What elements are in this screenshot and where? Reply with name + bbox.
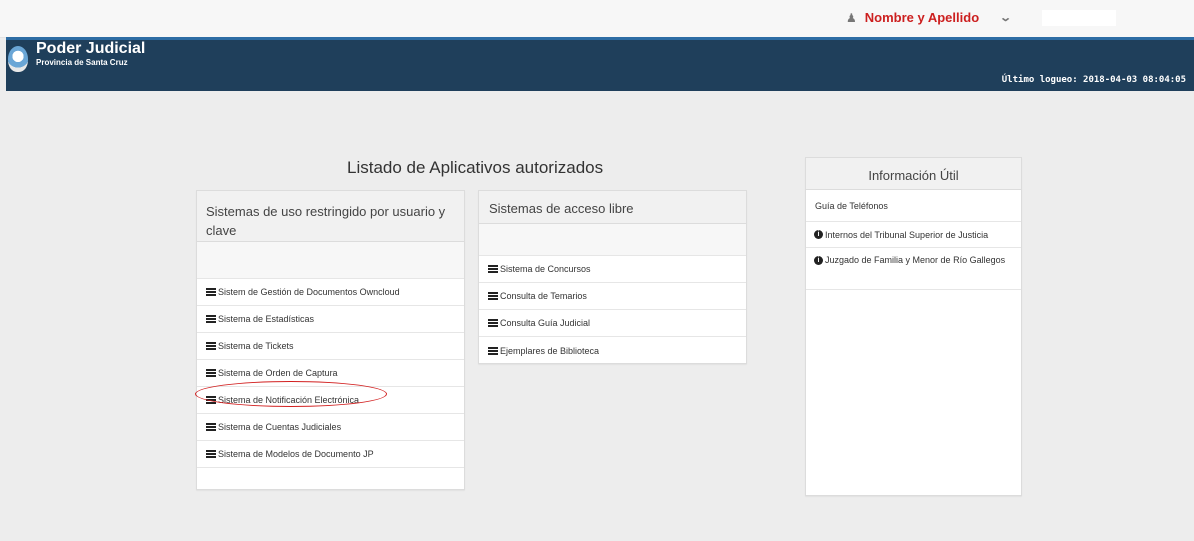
free-systems-panel: Sistemas de acceso libre Sistema de Conc… [478, 190, 747, 364]
list-icon [206, 450, 216, 458]
list-item-label[interactable]: Sistem de Gestión de Documentos Owncloud [218, 287, 400, 297]
list-icon [488, 265, 498, 273]
list-icon [488, 292, 498, 300]
chevron-down-icon[interactable]: ⌄ [999, 11, 1012, 24]
list-item[interactable]: Ejemplares de Biblioteca [479, 337, 746, 364]
list-icon [488, 319, 498, 327]
list-icon [206, 315, 216, 323]
top-blank-field [1042, 10, 1116, 26]
list-icon [206, 342, 216, 350]
list-item-label[interactable]: Sistema de Estadísticas [218, 314, 314, 324]
list-icon [206, 288, 216, 296]
restricted-blank-row [197, 242, 464, 279]
list-item[interactable]: Sistema de Cuentas Judiciales [197, 414, 464, 441]
info-item-label[interactable]: Juzgado de Familia y Menor de Río Galleg… [825, 255, 1005, 266]
info-item[interactable]: i Juzgado de Familia y Menor de Río Gall… [806, 248, 1021, 290]
list-item[interactable]: Consulta de Temarios [479, 283, 746, 310]
free-panel-heading: Sistemas de acceso libre [479, 191, 746, 224]
list-item[interactable]: Sistema de Estadísticas [197, 306, 464, 333]
info-panel-heading: Información Útil [806, 158, 1021, 190]
free-blank-row [479, 224, 746, 256]
list-item[interactable]: Sistema de Tickets [197, 333, 464, 360]
page-title: Listado de Aplicativos autorizados [347, 158, 604, 177]
info-item[interactable]: i Internos del Tribunal Superior de Just… [806, 222, 1021, 248]
info-panel: Información Útil Guía de Teléfonos i Int… [805, 157, 1022, 496]
list-icon [206, 423, 216, 431]
info-item[interactable]: Guía de Teléfonos [806, 190, 1021, 222]
list-item[interactable]: Sistema de Notificación Electrónica [197, 387, 464, 414]
list-item-label[interactable]: Consulta Guía Judicial [500, 318, 590, 328]
list-item-label[interactable]: Ejemplares de Biblioteca [500, 346, 599, 356]
list-item-label[interactable]: Sistema de Tickets [218, 341, 294, 351]
list-item[interactable]: Sistem de Gestión de Documentos Owncloud [197, 279, 464, 306]
list-item-label[interactable]: Sistema de Cuentas Judiciales [218, 422, 341, 432]
info-item-label[interactable]: Internos del Tribunal Superior de Justic… [825, 230, 988, 240]
list-item-label[interactable]: Sistema de Orden de Captura [218, 368, 338, 378]
brand-title: Poder Judicial [36, 40, 146, 57]
logo-icon [8, 46, 28, 72]
list-item[interactable]: Consulta Guía Judicial [479, 310, 746, 337]
info-item-label[interactable]: Guía de Teléfonos [815, 201, 888, 211]
list-item[interactable]: Sistema de Concursos [479, 256, 746, 283]
list-item[interactable]: Sistema de Modelos de Documento JP [197, 441, 464, 468]
last-login: Último logueo: 2018-04-03 08:04:05 [1001, 75, 1186, 85]
list-item-label[interactable]: Sistema de Modelos de Documento JP [218, 449, 374, 459]
list-icon [206, 396, 216, 404]
user-icon: ♟ [846, 10, 857, 25]
site-banner: Poder Judicial Provincia de Santa Cruz Ú… [6, 37, 1194, 91]
user-name[interactable]: Nombre y Apellido [865, 10, 979, 25]
list-item-label[interactable]: Sistema de Notificación Electrónica [218, 395, 359, 405]
info-icon: i [814, 256, 823, 265]
restricted-systems-panel: Sistemas de uso restringido por usuario … [196, 190, 465, 490]
brand-subtitle: Provincia de Santa Cruz [36, 58, 128, 67]
list-item-label[interactable]: Consulta de Temarios [500, 291, 587, 301]
info-icon: i [814, 230, 823, 239]
user-menu[interactable]: ♟ Nombre y Apellido ⌄ [846, 10, 1012, 25]
list-item-label[interactable]: Sistema de Concursos [500, 264, 591, 274]
list-item[interactable]: Sistema de Orden de Captura [197, 360, 464, 387]
list-icon [206, 369, 216, 377]
list-icon [488, 346, 498, 355]
top-bar: ♟ Nombre y Apellido ⌄ [0, 0, 1194, 38]
restricted-panel-heading: Sistemas de uso restringido por usuario … [197, 191, 464, 242]
